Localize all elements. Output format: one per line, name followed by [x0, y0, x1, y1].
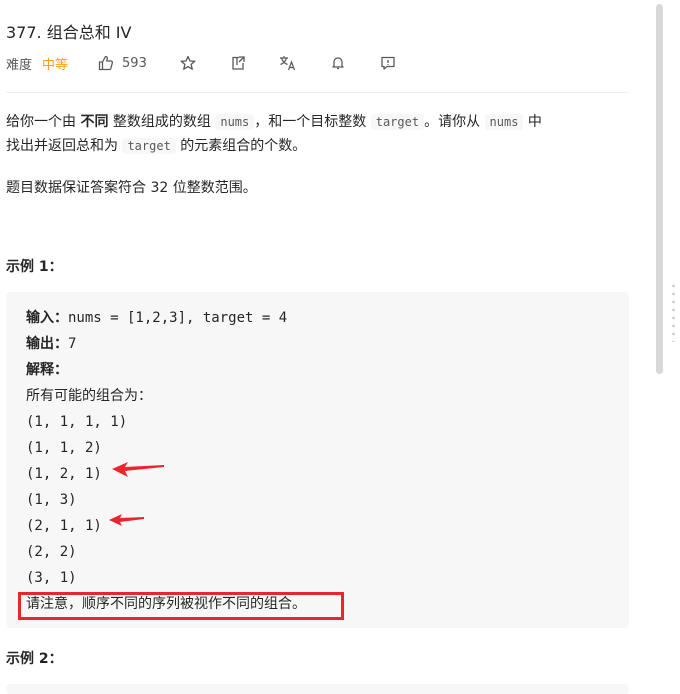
like-button[interactable]: 593 — [96, 53, 147, 73]
combo-line: (2, 1, 1) — [26, 518, 102, 534]
example-input-line: 输入：nums = [1,2,3], target = 4 — [26, 310, 288, 326]
code-target: target — [370, 114, 425, 130]
difficulty-badge: 中等 — [42, 57, 69, 73]
problem-meta-bar: 难度 中等 593 — [6, 52, 398, 74]
star-icon[interactable] — [178, 53, 198, 73]
red-arrow-annotation — [112, 462, 164, 477]
problem-title: 377. 组合总和 IV — [6, 23, 132, 42]
example-explain-label: 解释： — [26, 362, 68, 378]
feedback-icon[interactable] — [378, 53, 398, 73]
red-highlight-box — [18, 592, 344, 620]
combo-line: (2, 2) — [26, 544, 77, 560]
description-paragraph-1: 给你一个由 不同 整数组成的数组 nums ，和一个目标整数 target 。请你从… — [6, 114, 542, 154]
combo-line: (3, 1) — [26, 570, 77, 586]
example-explain-intro: 所有可能的组合为： — [26, 388, 152, 404]
code-target-2: target — [122, 138, 176, 154]
share-icon[interactable] — [228, 53, 248, 73]
description-paragraph-2: 题目数据保证答案符合 32 位整数范围。 — [6, 180, 257, 196]
difficulty-label: 难度 — [6, 57, 33, 73]
scrollbar-thumb[interactable] — [656, 4, 663, 374]
example-output-line: 输出：7 — [26, 336, 77, 352]
code-nums: nums — [215, 114, 255, 130]
panel-resize-handle[interactable] — [672, 282, 675, 342]
example-2-title: 示例 2： — [6, 651, 63, 667]
code-nums-2: nums — [484, 114, 524, 130]
example-1-block: 输入：nums = [1,2,3], target = 4 输出：7 解释： 所… — [6, 292, 629, 628]
combo-line: (1, 3) — [26, 492, 77, 508]
combo-line: (1, 1, 2) — [26, 440, 102, 456]
like-count: 593 — [122, 55, 147, 71]
bell-icon[interactable] — [328, 53, 348, 73]
header-divider — [6, 92, 629, 93]
translate-icon[interactable] — [278, 53, 298, 73]
example-2-block — [6, 684, 629, 694]
combo-line: (1, 1, 1, 1) — [26, 414, 128, 430]
example-1-title: 示例 1： — [6, 259, 63, 275]
combo-line: (1, 2, 1) — [26, 466, 102, 482]
red-arrow-annotation — [109, 514, 144, 526]
thumbs-up-icon — [96, 53, 116, 73]
